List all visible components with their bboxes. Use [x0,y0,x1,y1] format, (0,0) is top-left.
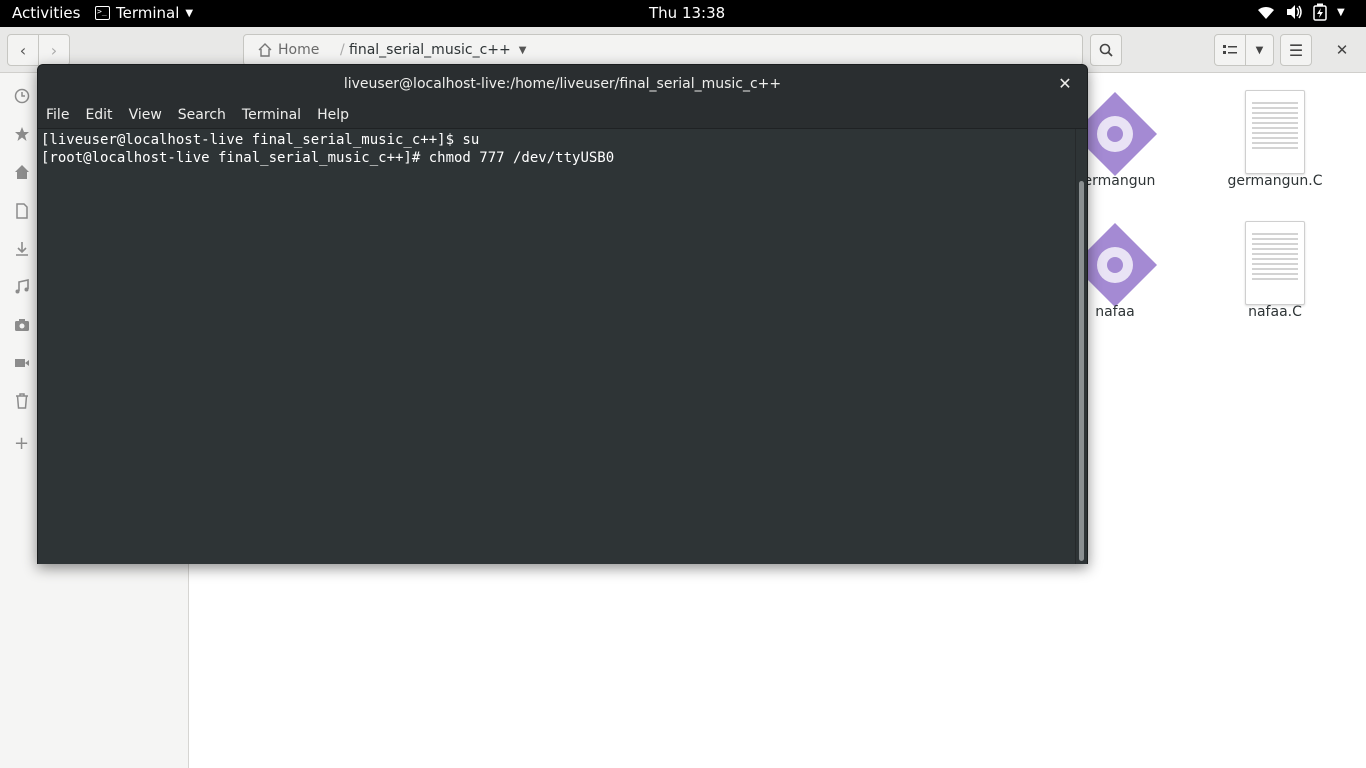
recent-icon[interactable] [14,88,30,104]
text-document-icon [1245,90,1305,174]
volume-icon [1287,5,1302,19]
activities-button[interactable]: Activities [12,4,80,22]
list-view-icon [1223,45,1237,54]
terminal-close-button[interactable]: ✕ [1055,74,1075,94]
battery-charging-icon [1313,3,1327,21]
home-icon[interactable] [14,164,30,180]
view-options-button[interactable]: ▼ [1245,34,1274,66]
menu-file[interactable]: File [38,103,77,128]
add-location-icon[interactable]: + [14,435,30,453]
top-bar: Activities >_ Terminal ▼ Thu 13:38 ▼ [0,0,1366,27]
menu-view[interactable]: View [121,103,170,128]
forward-button[interactable]: › [38,34,70,66]
chevron-right-icon: › [50,40,58,60]
menu-button[interactable]: ☰ [1280,34,1312,66]
path-current-folder[interactable]: final_serial_music_c++ ▼ [349,42,526,58]
terminal-app-icon: >_ [95,6,110,20]
system-tray[interactable]: ▼ [1257,3,1345,21]
list-view-button[interactable] [1214,34,1246,66]
text-document-icon [1245,221,1305,305]
search-button[interactable] [1090,34,1122,66]
chevron-down-icon: ▼ [185,7,194,19]
terminal-scrollbar-thumb[interactable] [1079,181,1084,561]
app-menu[interactable]: >_ Terminal ▼ [95,4,193,22]
menu-terminal[interactable]: Terminal [234,103,309,128]
hamburger-icon: ☰ [1288,40,1304,60]
path-separator: / [340,42,345,58]
star-icon[interactable] [14,126,30,142]
close-icon: ✕ [1335,41,1349,59]
trash-icon[interactable] [14,393,30,409]
path-folder-label: final_serial_music_c++ [349,42,511,58]
chevron-left-icon: ‹ [19,40,27,60]
terminal-menubar: File Edit View Search Terminal Help [38,103,1087,129]
menu-edit[interactable]: Edit [77,103,120,128]
videos-icon[interactable] [14,355,30,371]
terminal-line: [liveuser@localhost-live final_serial_mu… [41,132,480,148]
downloads-icon[interactable] [14,241,30,257]
terminal-titlebar[interactable]: liveuser@localhost-live:/home/liveuser/f… [38,65,1087,103]
documents-icon[interactable] [14,203,30,219]
wifi-icon [1258,6,1274,19]
chevron-down-icon: ▼ [1255,44,1264,56]
music-icon[interactable] [14,279,30,295]
terminal-line: [root@localhost-live final_serial_music_… [41,150,615,166]
path-home-label: Home [278,42,320,58]
path-bar: Home / final_serial_music_c++ ▼ [243,34,1083,66]
file-label: germangun.C [1227,173,1323,189]
clock[interactable]: Thu 13:38 [649,4,725,22]
search-icon [1099,43,1113,57]
file-label: nafaa.C [1248,304,1302,320]
files-close-button[interactable]: ✕ [1328,34,1356,66]
menu-help[interactable]: Help [309,103,357,128]
chevron-down-icon: ▼ [518,44,527,56]
home-icon [258,43,272,57]
pictures-icon[interactable] [14,317,30,333]
close-icon: ✕ [1058,74,1072,93]
app-menu-label: Terminal [116,4,180,22]
terminal-output[interactable]: [liveuser@localhost-live final_serial_mu… [38,129,1076,564]
terminal-window[interactable]: liveuser@localhost-live:/home/liveuser/f… [37,64,1088,564]
menu-search[interactable]: Search [170,103,234,128]
path-home-button[interactable]: Home [258,42,319,58]
terminal-title: liveuser@localhost-live:/home/liveuser/f… [343,76,782,92]
back-button[interactable]: ‹ [7,34,39,66]
chevron-down-icon: ▼ [1337,6,1345,18]
